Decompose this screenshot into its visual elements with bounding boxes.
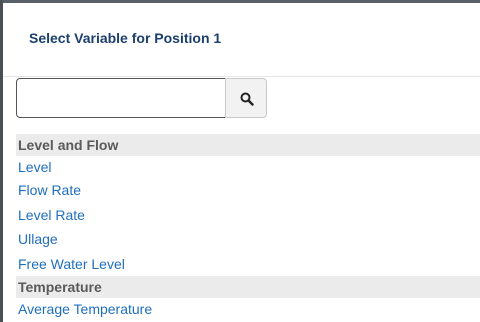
select-variable-dialog: Select Variable for Position 1 Level and…	[0, 0, 480, 322]
list-item-average-temperature[interactable]: Average Temperature	[16, 298, 480, 320]
search-bar	[16, 78, 286, 118]
list-item-level[interactable]: Level	[16, 156, 480, 178]
list-item-free-water-level[interactable]: Free Water Level	[16, 252, 480, 277]
list-item-level-rate[interactable]: Level Rate	[16, 203, 480, 228]
dialog-title: Select Variable for Position 1	[29, 30, 222, 46]
group-header-level-and-flow: Level and Flow	[16, 134, 480, 156]
list-item-ullage[interactable]: Ullage	[16, 227, 480, 252]
group-header-temperature: Temperature	[16, 276, 480, 298]
search-icon	[240, 92, 254, 106]
search-button[interactable]	[225, 78, 267, 118]
dialog-header: Select Variable for Position 1	[0, 3, 480, 77]
variable-list: Level and Flow Level Flow Rate Level Rat…	[16, 134, 480, 320]
backdrop-edge	[0, 0, 3, 322]
search-input[interactable]	[16, 78, 226, 118]
list-item-flow-rate[interactable]: Flow Rate	[16, 178, 480, 203]
